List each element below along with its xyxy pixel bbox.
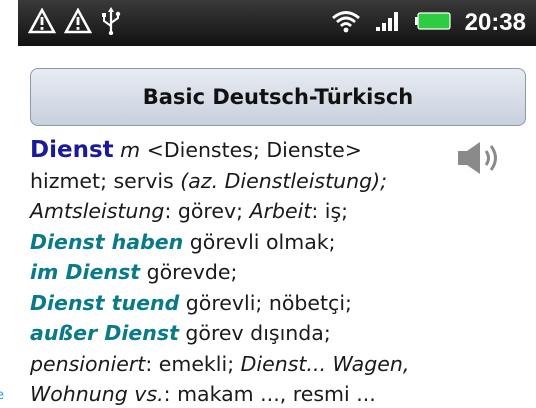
- entry-line-7: außer Dienst görev dışında;: [30, 318, 470, 349]
- battery-icon: [414, 12, 451, 34]
- app-title-bar: Basic Deutsch-Türkisch: [30, 68, 526, 126]
- entry-line-9: Wohnung vs.: makam ..., resmi ...: [30, 379, 470, 408]
- translation-text: görev dışında;: [178, 321, 331, 345]
- entry-line-4: Dienst haben görevli olmak;: [30, 227, 470, 258]
- status-left-icons: [27, 7, 122, 39]
- phrase: im Dienst: [30, 260, 141, 284]
- dictionary-entry: Dienst m <Dienstes; Dienste> hizmet; ser…: [30, 135, 470, 408]
- translation-text: görevli; nöbetçi;: [179, 290, 352, 315]
- status-clock: 20:38: [464, 9, 526, 36]
- translation-text: : görev;: [164, 199, 250, 223]
- abbreviation-note: (az. Dienstleistung);: [180, 168, 388, 193]
- sense-label: Wohnung vs.: [30, 382, 164, 406]
- entry-line-5: im Dienst görevde;: [30, 257, 470, 288]
- sense-label: pensioniert: [30, 351, 146, 376]
- sense-label: Dienst... Wagen,: [240, 351, 410, 376]
- status-right-icons: 20:38: [331, 8, 526, 38]
- warning-icon: [27, 7, 57, 38]
- gender-marker: m: [120, 138, 141, 162]
- entry-line-8: pensioniert: emekli; Dienst... Wagen,: [30, 349, 470, 380]
- phrase: außer Dienst: [30, 321, 179, 345]
- wifi-icon: [331, 9, 361, 37]
- signal-icon: [375, 10, 401, 36]
- phrase: Dienst haben: [30, 229, 184, 254]
- entry-line-2: hizmet; servis (az. Dienstleistung);: [30, 166, 470, 197]
- translation-text: görevli olmak;: [183, 229, 336, 254]
- warning-icon: [63, 7, 93, 38]
- inflection-forms: <Dienstes; Dienste>: [140, 138, 362, 162]
- sense-label: Arbeit: [249, 199, 312, 223]
- speaker-icon[interactable]: [456, 138, 512, 178]
- translation-text: görevde;: [140, 260, 238, 284]
- phrase: Dienst tuend: [30, 290, 180, 315]
- headword: Dienst: [30, 137, 114, 163]
- app-title: Basic Deutsch-Türkisch: [142, 85, 414, 109]
- cut-off-text: e: [0, 388, 4, 403]
- translation-text: : iş;: [311, 199, 349, 223]
- usb-icon: [100, 7, 122, 39]
- entry-line-1: Dienst m <Dienstes; Dienste>: [30, 135, 470, 166]
- entry-line-3: Amtsleistung: görev; Arbeit: iş;: [30, 196, 470, 227]
- entry-line-6: Dienst tuend görevli; nöbetçi;: [30, 288, 470, 319]
- sense-label: Amtsleistung: [30, 199, 165, 223]
- translation-text: : emekli;: [145, 351, 241, 376]
- translation-text: : makam ..., resmi ...: [163, 382, 376, 406]
- status-bar: 20:38: [18, 0, 536, 46]
- translation-text: hizmet; servis: [30, 168, 181, 193]
- left-edge-strip: e: [0, 0, 18, 408]
- phone-screen: 20:38 Basic Deutsch-Türkisch Dienst m <D…: [18, 0, 536, 408]
